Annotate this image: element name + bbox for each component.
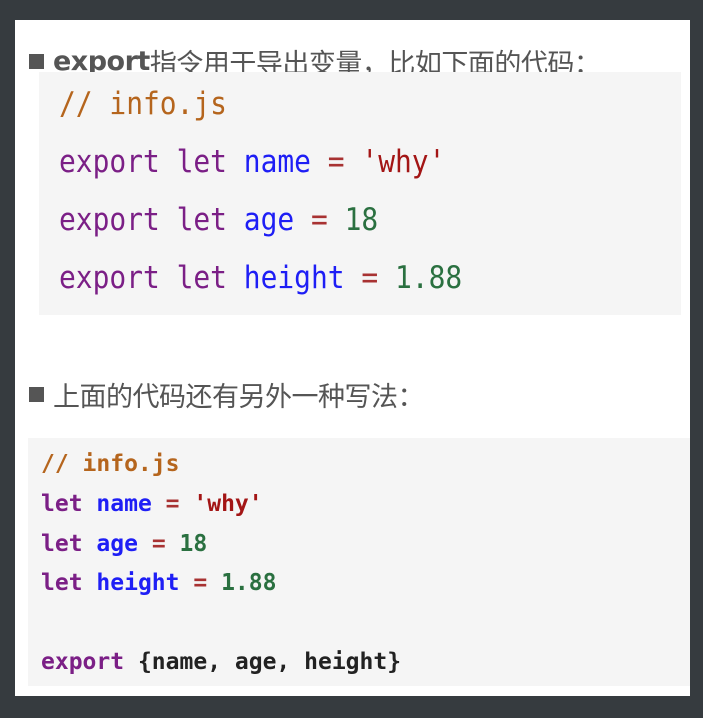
code-line: let age = 18 xyxy=(41,529,207,559)
heading-text: 上面的代码还有另外一种写法： xyxy=(53,382,425,413)
identifier: height xyxy=(243,260,345,296)
identifier: age xyxy=(243,202,295,238)
code-line-export: export {name, age, height} xyxy=(41,647,401,677)
code-comment: // info.js xyxy=(41,451,180,477)
operator: = xyxy=(193,570,208,596)
square-bullet-icon xyxy=(29,54,44,69)
identifier: name xyxy=(96,491,152,517)
slide-panel: export 指令用于导出变量，比如下面的代码： // info.js expor… xyxy=(15,20,690,696)
number-literal: 1.88 xyxy=(394,260,463,296)
keyword-let: let xyxy=(176,144,227,180)
operator: = xyxy=(165,491,180,517)
keyword-let: let xyxy=(41,531,83,557)
keyword-export: export xyxy=(59,260,160,296)
operator: = xyxy=(311,202,328,238)
code-line: export let height = 1.88 xyxy=(59,258,462,298)
operator: = xyxy=(327,144,345,180)
keyword-export: export xyxy=(41,649,125,675)
code-comment: // info.js xyxy=(59,86,227,122)
code-line: export let age = 18 xyxy=(59,200,378,240)
keyword-export: export xyxy=(59,202,160,238)
code-block-export-list: // info.js let name = 'why' let age = 18… xyxy=(28,438,690,686)
code-line-comment: // info.js xyxy=(59,84,227,124)
keyword-export: export xyxy=(59,144,160,180)
keyword-let: let xyxy=(41,491,83,517)
identifier: name xyxy=(243,144,311,180)
string-literal: 'why' xyxy=(193,491,263,517)
operator: = xyxy=(361,260,379,296)
string-literal: 'why' xyxy=(361,144,446,180)
code-line: export let name = 'why' xyxy=(59,142,445,182)
identifier: age xyxy=(96,531,138,557)
square-bullet-icon xyxy=(29,387,44,402)
keyword-let: let xyxy=(176,202,227,238)
export-list: {name, age, height} xyxy=(137,649,402,675)
code-line-comment: // info.js xyxy=(41,449,179,479)
number-literal: 18 xyxy=(179,531,208,557)
code-line: let name = 'why' xyxy=(41,489,263,519)
code-line: let height = 1.88 xyxy=(41,568,276,598)
keyword-let: let xyxy=(176,260,227,296)
keyword-let: let xyxy=(41,570,83,596)
identifier: height xyxy=(96,570,180,596)
section-heading-alternative: 上面的代码还有另外一种写法： xyxy=(29,375,425,414)
number-literal: 18 xyxy=(344,202,379,238)
operator: = xyxy=(151,531,166,557)
code-block-inline-export: // info.js export let name = 'why' expor… xyxy=(39,72,681,315)
number-literal: 1.88 xyxy=(221,570,277,596)
